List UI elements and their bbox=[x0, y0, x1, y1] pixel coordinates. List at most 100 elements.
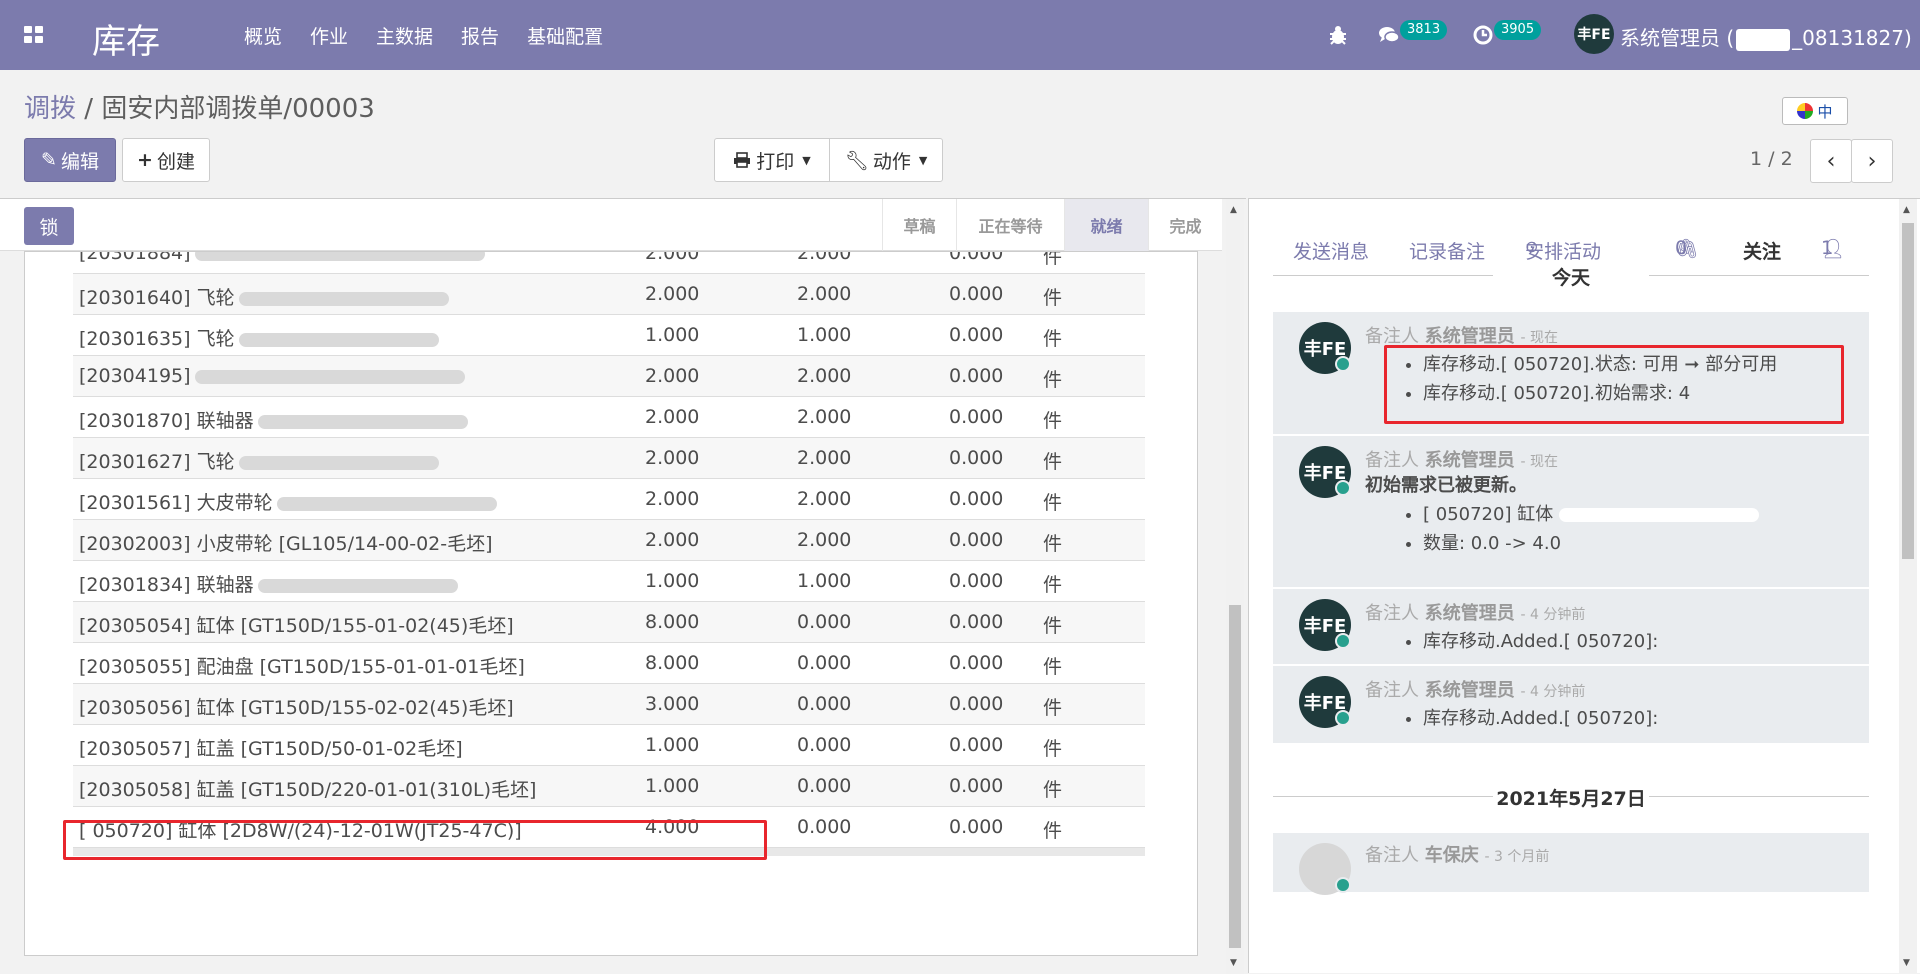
done-cell: 0.000 bbox=[949, 365, 1004, 387]
follow-button[interactable]: 关注 bbox=[1743, 237, 1781, 264]
pager-previous-button[interactable]: ‹ bbox=[1810, 139, 1852, 183]
bug-icon[interactable] bbox=[1328, 24, 1348, 46]
table-row[interactable]: [20301627] 飞轮 2.000 2.000 0.000 件 bbox=[73, 438, 1145, 479]
product-cell: [20301561] 大皮带轮 bbox=[79, 488, 497, 515]
message-time: - 4 分钟前 bbox=[1520, 607, 1586, 623]
scroll-down-icon[interactable]: ▼ bbox=[1903, 958, 1910, 968]
message-author[interactable]: 系统管理员 bbox=[1425, 680, 1515, 701]
product-code: [20301561] 大皮带轮 bbox=[79, 492, 273, 514]
message-type: 备注人 bbox=[1365, 450, 1419, 471]
scroll-up-icon[interactable]: ▲ bbox=[1903, 205, 1910, 215]
create-label: 创建 bbox=[156, 150, 195, 173]
chatter-scrollbar[interactable]: ▲ ▼ bbox=[1899, 199, 1917, 973]
user-name-suffix: _08131827) bbox=[1792, 26, 1912, 50]
menu-item-reporting[interactable]: 报告 bbox=[461, 22, 499, 49]
author-avatar[interactable]: 丰FE bbox=[1299, 676, 1351, 728]
table-row[interactable]: [20301561] 大皮带轮 2.000 2.000 0.000 件 bbox=[73, 479, 1145, 520]
menu-item-overview[interactable]: 概览 bbox=[244, 22, 282, 49]
message-author[interactable]: 系统管理员 bbox=[1425, 450, 1515, 471]
uom-cell: 件 bbox=[1043, 738, 1063, 760]
message-author[interactable]: 系统管理员 bbox=[1425, 603, 1515, 624]
uom-cell: 件 bbox=[1043, 451, 1063, 473]
send-message-button[interactable]: 发送消息 bbox=[1293, 237, 1369, 264]
stage-done[interactable]: 完成 bbox=[1148, 199, 1222, 251]
message-author[interactable]: 系统管理员 bbox=[1425, 326, 1515, 347]
message-header: 备注人 系统管理员 - 4 分钟前 bbox=[1365, 676, 1585, 702]
stage-ready[interactable]: 就绪 bbox=[1064, 199, 1148, 251]
message-body: 库存移动.Added.[ 050720]: bbox=[1365, 704, 1658, 733]
form-sheet: [20301884] 2.000 2.000 0.000 件 [20301640… bbox=[24, 251, 1198, 956]
table-row[interactable]: [20301870] 联轴器 2.000 2.000 0.000 件 bbox=[73, 397, 1145, 438]
user-menu[interactable]: 系统管理员 (_08131827) ▼ bbox=[1620, 22, 1920, 51]
scroll-down-icon[interactable]: ▼ bbox=[1230, 958, 1237, 968]
action-dropdown[interactable]: 🔧︎ 动作 ▼ bbox=[829, 138, 943, 182]
breadcrumb-parent[interactable]: 调拨 bbox=[24, 94, 76, 124]
scrollbar-thumb[interactable] bbox=[1902, 223, 1914, 559]
product-cell: [20301884] bbox=[79, 252, 485, 264]
main-menu: 概览 作业 主数据 报告 基础配置 bbox=[244, 22, 631, 49]
form-scrollbar[interactable]: ▲ ▼ bbox=[1226, 199, 1244, 974]
schedule-activity-label: 安排活动 bbox=[1525, 241, 1602, 263]
table-row[interactable]: [20302003] 小皮带轮 [GL105/14-00-02-毛坯] 2.00… bbox=[73, 520, 1145, 561]
author-avatar[interactable] bbox=[1299, 843, 1351, 895]
table-row[interactable]: [ 050720] 缸体 [2D8W/(24)-12-01W(JT25-47C)… bbox=[73, 807, 1145, 848]
done-cell: 0.000 bbox=[949, 283, 1004, 305]
menu-item-configuration[interactable]: 基础配置 bbox=[527, 22, 603, 49]
table-row[interactable]: [20305054] 缸体 [GT150D/155-01-02(45)毛坯] 8… bbox=[73, 602, 1145, 643]
stage-draft[interactable]: 草稿 bbox=[882, 199, 956, 251]
table-row[interactable]: [20301640] 飞轮 2.000 2.000 0.000 件 bbox=[73, 274, 1145, 315]
messages-icon[interactable] bbox=[1378, 24, 1400, 46]
table-row[interactable]: [20304195] 2.000 2.000 0.000 件 bbox=[73, 356, 1145, 397]
avatar-text: 丰FE bbox=[1303, 339, 1347, 360]
breadcrumb-current: 固安内部调拨单/00003 bbox=[101, 94, 375, 124]
scroll-up-icon[interactable]: ▲ bbox=[1230, 205, 1237, 215]
activity-clock-icon[interactable] bbox=[1472, 24, 1494, 46]
redaction-mark bbox=[1736, 28, 1791, 51]
table-row[interactable]: [20301884] 2.000 2.000 0.000 件 bbox=[73, 252, 1145, 274]
redaction-mark bbox=[257, 578, 458, 593]
edit-button[interactable]: ✎ 编辑 bbox=[24, 138, 116, 182]
initial-demand-cell: 2.000 bbox=[645, 252, 700, 264]
scrollbar-thumb[interactable] bbox=[1229, 605, 1241, 948]
language-switch-button[interactable]: 中 bbox=[1782, 97, 1848, 125]
reserved-cell: 0.000 bbox=[797, 775, 852, 797]
lock-button[interactable]: 锁 bbox=[24, 207, 74, 245]
redaction-mark bbox=[194, 252, 485, 261]
tracking-line: 数量: 0.0 -> 4.0 bbox=[1423, 529, 1759, 558]
user-avatar[interactable]: 丰FE bbox=[1574, 14, 1614, 54]
log-note-button[interactable]: 记录备注 bbox=[1409, 237, 1485, 264]
stage-waiting[interactable]: 正在等待 bbox=[956, 199, 1064, 251]
create-button[interactable]: + 创建 bbox=[122, 138, 210, 182]
table-row[interactable]: [20301635] 飞轮 1.000 1.000 0.000 件 bbox=[73, 315, 1145, 356]
print-dropdown[interactable]: 打印 ▼ bbox=[714, 138, 830, 182]
reserved-cell: 2.000 bbox=[797, 283, 852, 305]
reserved-cell: 1.000 bbox=[797, 570, 852, 592]
table-row[interactable]: [20301834] 联轴器 1.000 1.000 0.000 件 bbox=[73, 561, 1145, 602]
table-row[interactable]: [20305055] 配油盘 [GT150D/155-01-01-01毛坯] 8… bbox=[73, 643, 1145, 684]
author-avatar[interactable]: 丰FE bbox=[1299, 322, 1351, 374]
menu-item-master-data[interactable]: 主数据 bbox=[376, 22, 433, 49]
message-title: 初始需求已被更新。 bbox=[1365, 475, 1527, 496]
edit-label: 编辑 bbox=[60, 150, 99, 173]
pager-next-button[interactable]: › bbox=[1851, 139, 1893, 183]
initial-demand-cell: 2.000 bbox=[645, 529, 700, 551]
initial-demand-cell: 2.000 bbox=[645, 447, 700, 469]
message-author[interactable]: 车保庆 bbox=[1425, 845, 1479, 866]
message-header: 备注人 系统管理员 - 现在 bbox=[1365, 322, 1558, 348]
reserved-cell: 0.000 bbox=[797, 734, 852, 756]
table-row[interactable]: [20305056] 缸体 [GT150D/155-02-02(45)毛坯] 3… bbox=[73, 684, 1145, 725]
table-row[interactable]: [20305058] 缸盖 [GT150D/220-01-01(310L)毛坯]… bbox=[73, 766, 1145, 807]
product-cell: [20301834] 联轴器 bbox=[79, 570, 458, 597]
pencil-icon: ✎ bbox=[41, 149, 57, 171]
table-row[interactable]: [20305057] 缸盖 [GT150D/50-01-02毛坯] 1.000 … bbox=[73, 725, 1145, 766]
message-list: [ 050720] 缸体 数量: 0.0 -> 4.0 bbox=[1365, 500, 1759, 558]
initial-demand-cell: 4.000 bbox=[645, 816, 700, 838]
done-cell: 0.000 bbox=[949, 252, 1004, 264]
form-view: 锁 草稿 正在等待 就绪 完成 [20301884] 2.000 2.000 0… bbox=[0, 198, 1246, 974]
apps-menu-icon[interactable] bbox=[24, 26, 44, 44]
printer-icon bbox=[734, 152, 751, 168]
redaction-mark bbox=[194, 369, 465, 384]
menu-item-operations[interactable]: 作业 bbox=[310, 22, 348, 49]
author-avatar[interactable]: 丰FE bbox=[1299, 446, 1351, 498]
author-avatar[interactable]: 丰FE bbox=[1299, 599, 1351, 651]
